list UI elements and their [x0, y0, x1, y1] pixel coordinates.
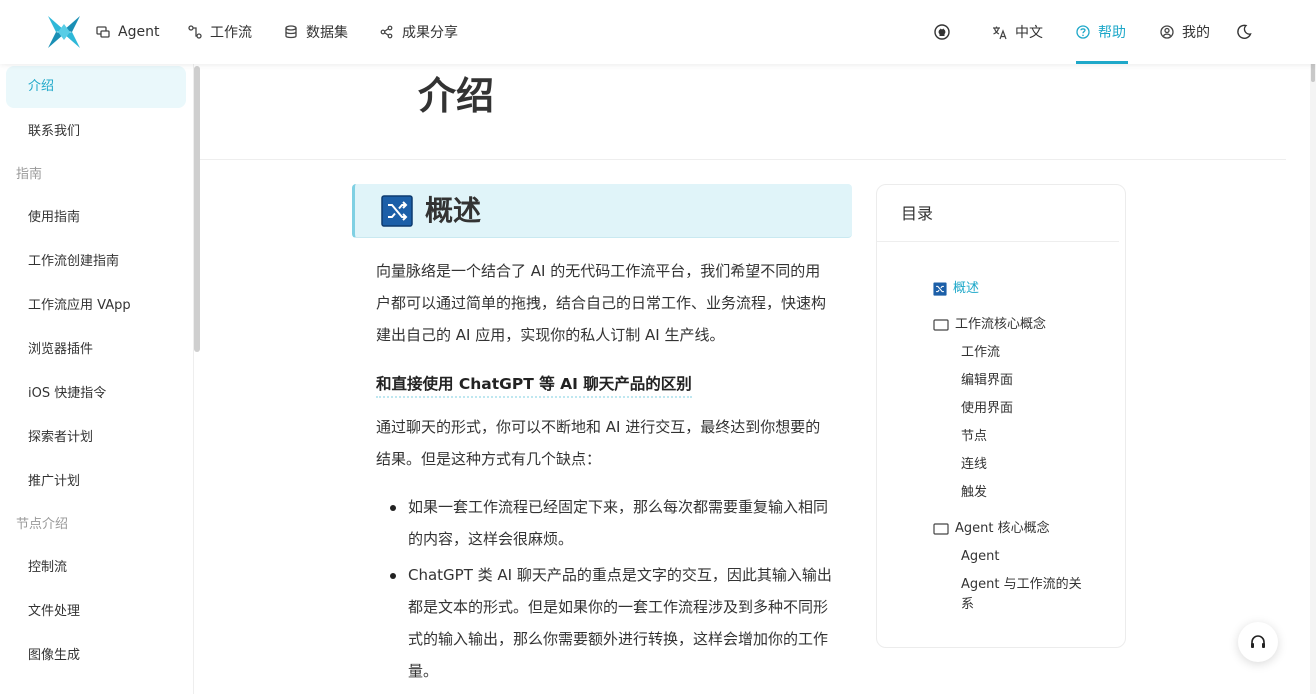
paragraph-chat-drawbacks: 通过聊天的形式，你可以不断地和 AI 进行交互，最终达到你想要的结果。但是这种方…	[376, 418, 821, 468]
chat-icon	[96, 26, 110, 38]
toc-item-label: 概述	[953, 281, 980, 296]
user-circle-icon	[1160, 25, 1174, 39]
toc-item-overview[interactable]: 概述	[933, 279, 979, 299]
language-label: 中文	[1015, 25, 1043, 41]
page-scrollbar[interactable]	[1310, 0, 1316, 694]
github-button[interactable]	[934, 22, 958, 42]
section-title: 概述	[425, 194, 482, 227]
top-navigation-bar: Agent 工作流 数据集 成果分享 中文 帮助 我的	[0, 0, 1316, 64]
list-item: 如果一套工作流程已经固定下来，那么每次都需要重复输入相同的内容，这样会很麻烦。	[408, 498, 829, 548]
sidebar-item-image-generation[interactable]: 图像生成	[28, 646, 80, 666]
sidebar-item-usage-guide[interactable]: 使用指南	[28, 208, 80, 228]
nav-share-label: 成果分享	[402, 25, 458, 41]
translate-icon	[993, 26, 1007, 39]
shuffle-icon	[933, 282, 947, 296]
nav-dataset-label: 数据集	[306, 25, 348, 41]
bullet-dot	[390, 573, 396, 579]
database-icon	[285, 25, 297, 39]
nav-help[interactable]: 帮助	[1076, 22, 1126, 42]
sidebar-group-guide: 指南	[16, 167, 43, 182]
toc-item-label: 工作流核心概念	[955, 317, 1047, 332]
theme-toggle[interactable]	[1236, 22, 1260, 42]
toc-item-agent[interactable]: Agent	[961, 547, 999, 567]
list-item: ChatGPT 类 AI 聊天产品的重点是文字的交互，因此其输入输出都是文本的形…	[408, 566, 832, 680]
nav-workflow-label: 工作流	[210, 25, 252, 41]
toc-item-nodes[interactable]: 节点	[961, 427, 987, 447]
nav-agent[interactable]: Agent	[96, 22, 159, 42]
table-of-contents: 目录 概述 工作流核心概念 工作流 编辑界面 使用界面 节点 连线 触发 Age…	[876, 184, 1126, 648]
toc-item-edit-ui[interactable]: 编辑界面	[961, 371, 1013, 391]
nav-profile[interactable]: 我的	[1160, 22, 1210, 42]
sidebar-item-explorer-plan[interactable]: 探索者计划	[28, 428, 93, 448]
sidebar-scrollbar-thumb[interactable]	[194, 66, 200, 352]
sidebar-item-browser-plugin[interactable]: 浏览器插件	[28, 340, 93, 360]
sidebar-item-promotion-plan[interactable]: 推广计划	[28, 472, 80, 492]
subheading-difference: 和直接使用 ChatGPT 等 AI 聊天产品的区别	[376, 372, 692, 398]
logo-icon[interactable]	[46, 14, 82, 50]
sidebar-item-contact[interactable]: 联系我们	[28, 122, 80, 142]
shuffle-icon	[381, 195, 413, 227]
intro-paragraph: 向量脉络是一个结合了 AI 的无代码工作流平台，我们希望不同的用户都可以通过简单…	[376, 262, 827, 344]
page-title: 介绍	[418, 74, 495, 118]
toc-divider	[877, 241, 1119, 242]
section-header-overview: 概述	[352, 184, 852, 238]
title-divider	[200, 159, 1286, 160]
support-button[interactable]	[1238, 622, 1278, 662]
nav-workflow[interactable]: 工作流	[188, 22, 252, 42]
sidebar-item-intro[interactable]: 介绍	[6, 66, 186, 108]
toc-item-label: Agent 核心概念	[955, 521, 1050, 536]
workflow-icon	[188, 25, 202, 39]
sidebar-item-ios-shortcut[interactable]: iOS 快捷指令	[28, 384, 106, 404]
toc-item-agent-concepts[interactable]: Agent 核心概念	[933, 519, 1050, 539]
help-label: 帮助	[1098, 25, 1126, 41]
active-nav-indicator	[1076, 61, 1128, 64]
nav-agent-label: Agent	[118, 24, 160, 40]
help-circle-icon	[1076, 25, 1090, 39]
sidebar-item-file-processing[interactable]: 文件处理	[28, 602, 80, 622]
sidebar-item-control-flow[interactable]: 控制流	[28, 558, 67, 578]
toc-item-use-ui[interactable]: 使用界面	[961, 399, 1013, 419]
sidebar-item-vapp[interactable]: 工作流应用 VApp	[28, 296, 131, 316]
moon-icon	[1237, 24, 1252, 39]
toc-item-workflow-concepts[interactable]: 工作流核心概念	[933, 315, 1046, 335]
headset-icon	[1251, 635, 1265, 648]
github-icon	[934, 24, 950, 40]
bullet-dot	[390, 505, 396, 511]
book-icon	[933, 319, 949, 331]
sidebar-group-nodes: 节点介绍	[16, 517, 69, 532]
toc-title: 目录	[901, 204, 934, 223]
nav-share[interactable]: 成果分享	[380, 22, 458, 42]
sidebar-item-workflow-guide[interactable]: 工作流创建指南	[28, 252, 119, 272]
docs-sidebar: 介绍 联系我们 指南 使用指南 工作流创建指南 工作流应用 VApp 浏览器插件…	[0, 64, 194, 694]
share-icon	[380, 25, 393, 39]
toc-item-triggers[interactable]: 触发	[961, 483, 987, 503]
book-icon	[933, 523, 949, 535]
nav-dataset[interactable]: 数据集	[284, 22, 348, 42]
profile-label: 我的	[1182, 25, 1210, 41]
toc-item-edges[interactable]: 连线	[961, 455, 987, 475]
toc-item-agent-workflow-relation[interactable]: Agent 与工作流的关系	[961, 575, 1093, 615]
toc-item-workflow[interactable]: 工作流	[961, 343, 1000, 363]
language-switch[interactable]: 中文	[992, 22, 1043, 42]
